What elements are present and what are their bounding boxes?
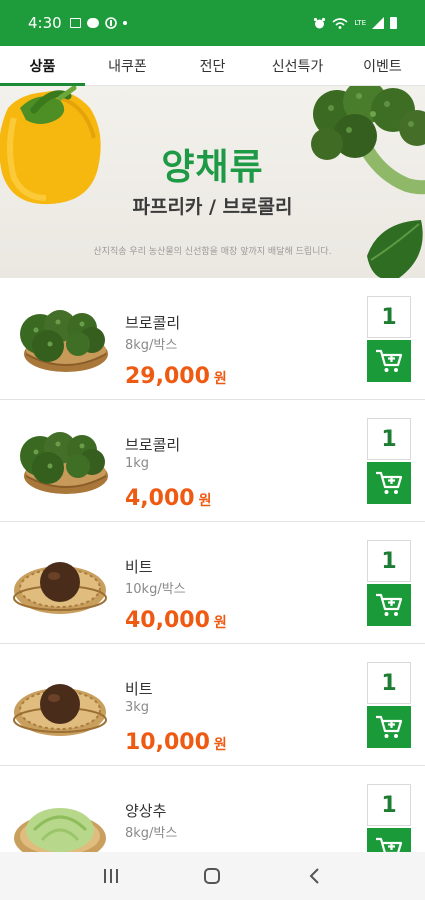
- product-name: 비트: [125, 680, 153, 698]
- status-bar: 4:30 LTE: [0, 0, 425, 46]
- back-icon: [309, 868, 319, 884]
- product-price: 40,000 원: [125, 608, 227, 633]
- price-currency: 원: [213, 737, 227, 753]
- product-price: 4,000 원: [125, 486, 211, 511]
- tab-label: 이벤트: [363, 58, 402, 75]
- tab-flyer[interactable]: 전단: [170, 46, 255, 85]
- add-to-cart-icon: [376, 349, 403, 372]
- product-unit: 10kg/박스: [125, 582, 186, 597]
- quantity-field[interactable]: 1: [367, 418, 411, 460]
- add-to-cart-button[interactable]: [367, 340, 411, 382]
- price-value: 29,000: [125, 364, 210, 389]
- product-name: 양상추: [125, 802, 167, 820]
- price-value: 4,000: [125, 486, 195, 511]
- price-value: 10,000: [125, 730, 210, 755]
- status-notification-icons: [69, 17, 127, 29]
- price-currency: 원: [213, 371, 227, 387]
- banner-title: 양채류: [161, 147, 264, 188]
- status-system-icons: LTE: [313, 17, 397, 30]
- tab-my-coupons[interactable]: 내쿠폰: [85, 46, 170, 85]
- recent-apps-button[interactable]: [91, 856, 131, 896]
- category-tabs: 상품 내쿠폰 전단 신선특가 이벤트: [0, 46, 425, 86]
- product-image[interactable]: [8, 540, 112, 624]
- product-list: 브로콜리 8kg/박스 29,000 원 1 브로콜리 1kg 4,000 원 1 비트 10kg/박…: [0, 278, 425, 888]
- home-button[interactable]: [192, 856, 232, 896]
- product-image[interactable]: [8, 418, 112, 502]
- add-to-cart-button[interactable]: [367, 706, 411, 748]
- category-banner: 양채류 파프리카 / 브로콜리 산지직송 우리 농산물의 신선함을 매장 앞까지…: [0, 86, 425, 278]
- wifi-calling-icon: [332, 17, 348, 29]
- product-price: 10,000 원: [125, 730, 227, 755]
- quantity-field[interactable]: 1: [367, 784, 411, 826]
- product-row[interactable]: 비트 10kg/박스 40,000 원 1: [0, 522, 425, 644]
- product-row[interactable]: 브로콜리 8kg/박스 29,000 원 1: [0, 278, 425, 400]
- app-icon: [104, 17, 117, 29]
- banner-subtitle: 파프리카 / 브로콜리: [132, 196, 293, 218]
- chat-bubble-icon: [86, 18, 99, 28]
- banner-note: 산지직송 우리 농산물의 신선함을 매장 앞까지 배달해 드립니다.: [93, 247, 332, 257]
- alarm-icon: [313, 17, 326, 30]
- product-image[interactable]: [8, 662, 112, 746]
- quantity-field[interactable]: 1: [367, 662, 411, 704]
- signal-icon: [372, 17, 384, 29]
- product-row[interactable]: 비트 3kg 10,000 원 1: [0, 644, 425, 766]
- product-image[interactable]: [8, 296, 112, 380]
- gallery-icon: [69, 18, 81, 28]
- price-currency: 원: [213, 615, 227, 631]
- battery-icon: [390, 17, 397, 29]
- product-name: 비트: [125, 558, 153, 576]
- dot-icon: [122, 21, 127, 25]
- tab-label: 내쿠폰: [108, 58, 147, 75]
- tab-events[interactable]: 이벤트: [340, 46, 425, 85]
- tab-label: 상품: [29, 58, 56, 75]
- quantity-field[interactable]: 1: [367, 296, 411, 338]
- system-navigation-bar: [0, 852, 425, 900]
- product-name: 브로콜리: [125, 314, 181, 332]
- tab-label: 신선특가: [271, 58, 324, 75]
- product-row[interactable]: 브로콜리 1kg 4,000 원 1: [0, 400, 425, 522]
- home-icon: [204, 868, 221, 884]
- recent-apps-icon: [103, 869, 118, 883]
- product-unit: 8kg/박스: [125, 826, 178, 841]
- product-unit: 8kg/박스: [125, 338, 178, 353]
- quantity-field[interactable]: 1: [367, 540, 411, 582]
- tab-label: 전단: [199, 58, 226, 75]
- status-time: 4:30: [28, 14, 62, 32]
- price-value: 40,000: [125, 608, 210, 633]
- tab-fresh-deals[interactable]: 신선특가: [255, 46, 340, 85]
- product-unit: 3kg: [125, 700, 150, 715]
- product-name: 브로콜리: [125, 436, 181, 454]
- tab-products[interactable]: 상품: [0, 46, 85, 86]
- product-price: 29,000 원: [125, 364, 227, 389]
- product-unit: 1kg: [125, 456, 150, 471]
- add-to-cart-icon: [376, 715, 403, 738]
- add-to-cart-button[interactable]: [367, 462, 411, 504]
- back-button[interactable]: [294, 856, 334, 896]
- add-to-cart-icon: [376, 593, 403, 616]
- add-to-cart-icon: [376, 471, 403, 494]
- add-to-cart-button[interactable]: [367, 584, 411, 626]
- price-currency: 원: [198, 493, 212, 509]
- lte-label: LTE: [354, 19, 366, 27]
